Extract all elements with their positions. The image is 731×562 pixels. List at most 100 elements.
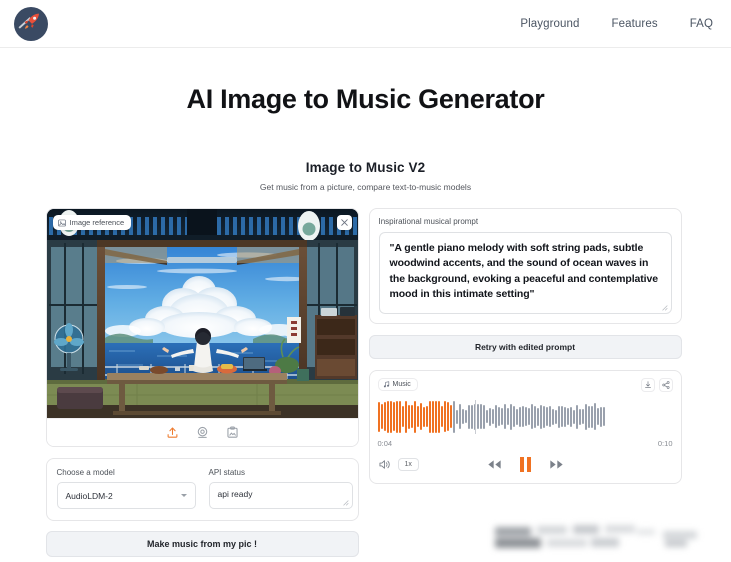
waveform-bar bbox=[566, 408, 569, 426]
player-times: 0:04 0:10 bbox=[378, 439, 673, 448]
waveform-bar bbox=[425, 406, 428, 428]
share-icon[interactable] bbox=[658, 377, 673, 392]
share-glyph bbox=[661, 380, 669, 389]
image-toolbar bbox=[46, 418, 358, 446]
waveform-bar bbox=[533, 405, 536, 428]
rocket-glyph bbox=[24, 13, 39, 29]
waveform-bar bbox=[548, 406, 551, 428]
current-time: 0:04 bbox=[377, 438, 393, 448]
playhead[interactable] bbox=[474, 399, 476, 434]
app-title: Image to Music V2 bbox=[305, 160, 426, 175]
waveform-bar bbox=[500, 408, 503, 426]
retry-with-edited-prompt-button[interactable]: Retry with edited prompt bbox=[368, 334, 682, 359]
waveform-bar bbox=[506, 408, 509, 426]
skip-forward-icon[interactable] bbox=[549, 459, 564, 470]
site-header: Playground Features FAQ bbox=[0, 0, 731, 48]
chevron-down-icon bbox=[180, 494, 187, 497]
waveform-bar bbox=[416, 406, 419, 428]
upload-icon[interactable] bbox=[166, 426, 179, 439]
prompt-panel: Inspirational musical prompt "A gentle p… bbox=[368, 208, 682, 324]
waveform-bar bbox=[404, 400, 407, 433]
nav-link-faq[interactable]: FAQ bbox=[690, 18, 713, 30]
prompt-textarea[interactable]: "A gentle piano melody with soft string … bbox=[378, 232, 672, 314]
close-glyph bbox=[340, 219, 348, 226]
music-player-panel: Music 0:04 0:10 1x bbox=[368, 369, 682, 484]
api-status-value: api ready bbox=[217, 489, 253, 499]
api-status-label: API status bbox=[208, 468, 245, 477]
reference-image[interactable]: Image reference bbox=[46, 209, 358, 418]
waveform-bar bbox=[464, 410, 467, 424]
download-glyph bbox=[644, 380, 651, 388]
make-music-button[interactable]: Make music from my pic ! bbox=[45, 531, 359, 557]
pause-icon[interactable] bbox=[519, 457, 531, 473]
prompt-text: "A gentle piano melody with soft string … bbox=[389, 242, 659, 301]
waveform-bar bbox=[584, 403, 587, 430]
waveform-bar bbox=[452, 400, 455, 433]
waveform-bar bbox=[455, 409, 458, 424]
waveform-bar bbox=[512, 406, 515, 428]
close-icon[interactable] bbox=[336, 215, 352, 230]
nav-link-playground[interactable]: Playground bbox=[520, 18, 579, 30]
waveform-bar bbox=[470, 404, 473, 429]
waveform-bar bbox=[422, 406, 425, 427]
waveform-bar bbox=[536, 407, 539, 426]
waveform-bar bbox=[560, 406, 563, 428]
rocket-logo-icon[interactable] bbox=[14, 6, 48, 41]
waveform-bar bbox=[395, 400, 398, 433]
waveform-bar bbox=[497, 407, 500, 427]
nav-link-features[interactable]: Features bbox=[612, 18, 658, 30]
waveform[interactable] bbox=[377, 399, 673, 434]
waveform-bar bbox=[389, 400, 392, 433]
waveform-bar bbox=[599, 406, 602, 427]
waveform-bar bbox=[494, 405, 497, 429]
waveform-bar bbox=[590, 405, 593, 428]
api-status-field: API status api ready bbox=[208, 468, 353, 509]
waveform-bar bbox=[581, 409, 584, 425]
waveform-bar bbox=[575, 404, 578, 429]
webcam-icon[interactable] bbox=[196, 426, 209, 439]
waveform-bar bbox=[485, 410, 488, 424]
image-to-music-app: Image to Music V2 Get music from a pictu… bbox=[45, 115, 686, 557]
waveform-bar bbox=[467, 404, 470, 429]
waveform-bar bbox=[518, 406, 521, 427]
waveform-bar bbox=[563, 406, 566, 427]
left-column: Image reference Choose a model AudioLDM-… bbox=[45, 208, 359, 557]
illustration-svg bbox=[46, 209, 358, 418]
waveform-bar bbox=[488, 407, 491, 426]
waveform-bar bbox=[545, 407, 548, 427]
right-column: Inspirational musical prompt "A gentle p… bbox=[368, 208, 682, 484]
api-status-textarea[interactable]: api ready bbox=[208, 482, 353, 509]
pause-bar-left bbox=[519, 457, 524, 473]
app-columns: Image reference Choose a model AudioLDM-… bbox=[45, 208, 686, 557]
waveform-bar bbox=[539, 404, 542, 429]
waveform-bar bbox=[419, 403, 422, 431]
waveform-bar bbox=[407, 404, 410, 429]
waveform-bar bbox=[587, 405, 590, 428]
waveform-bar bbox=[398, 400, 401, 433]
skip-back-icon[interactable] bbox=[487, 459, 502, 470]
waveform-bar bbox=[413, 400, 416, 433]
waveform-bar bbox=[437, 400, 440, 433]
waveform-bar bbox=[386, 400, 389, 433]
waveform-bar bbox=[383, 402, 386, 432]
waveform-bar bbox=[557, 405, 560, 428]
waveform-bar bbox=[431, 400, 434, 433]
waveform-bar bbox=[482, 404, 485, 429]
waveform-bar bbox=[461, 409, 464, 425]
paste-clipboard-icon[interactable] bbox=[226, 426, 239, 439]
app-subtitle: Get music from a picture, compare text-t… bbox=[259, 182, 472, 192]
waveform-bar bbox=[449, 405, 452, 429]
model-label: Choose a model bbox=[56, 468, 115, 477]
model-field: Choose a model AudioLDM-2 bbox=[56, 468, 196, 509]
model-select[interactable]: AudioLDM-2 bbox=[56, 482, 196, 509]
waveform-bar bbox=[527, 408, 530, 426]
model-select-value: AudioLDM-2 bbox=[65, 490, 113, 501]
waveform-bar bbox=[410, 405, 413, 429]
waveform-bar bbox=[479, 404, 482, 430]
download-icon[interactable] bbox=[640, 377, 655, 392]
waveform-bar bbox=[443, 401, 446, 433]
model-and-status-row: Choose a model AudioLDM-2 API status api… bbox=[45, 458, 359, 521]
music-badge-label: Music bbox=[392, 381, 411, 389]
total-time: 0:10 bbox=[657, 438, 673, 448]
image-reference-badge: Image reference bbox=[52, 215, 132, 230]
